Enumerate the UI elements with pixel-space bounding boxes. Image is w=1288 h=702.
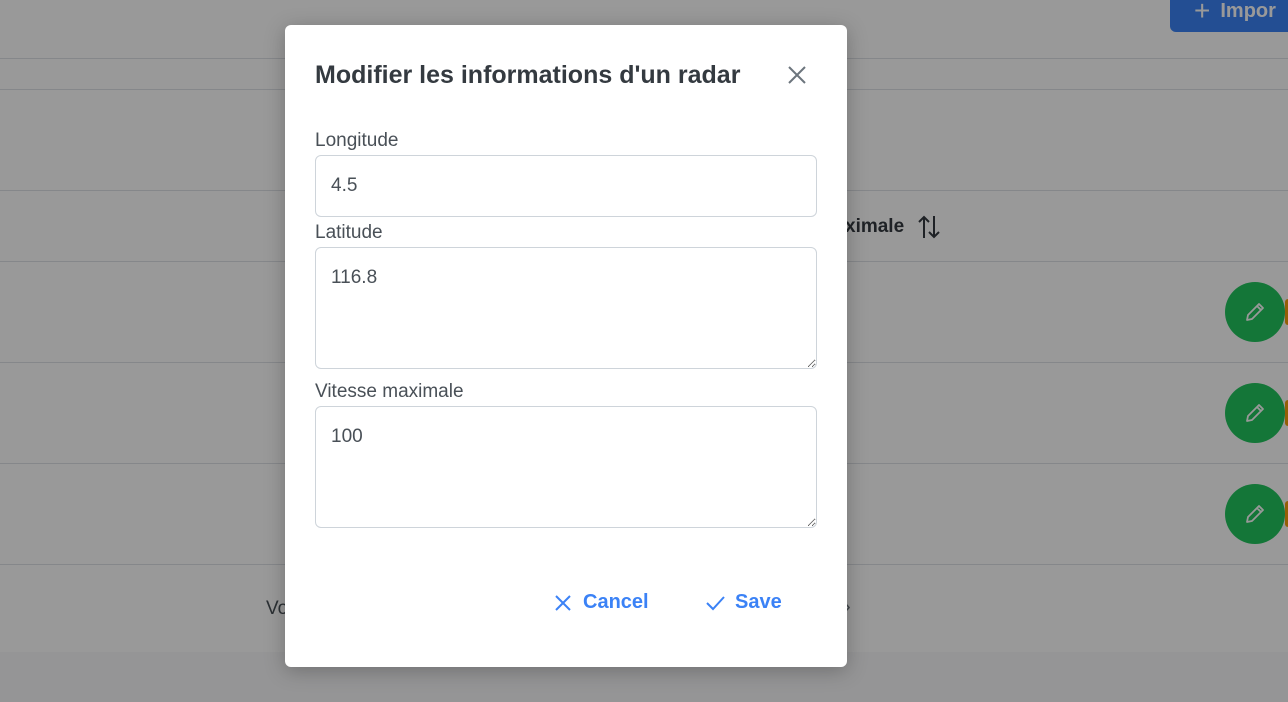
save-button[interactable]: Save (705, 591, 782, 614)
dialog-title: Modifier les informations d'un radar (315, 61, 741, 89)
check-icon (706, 595, 725, 610)
cancel-button-label: Cancel (583, 591, 649, 613)
edit-radar-dialog: Modifier les informations d'un radar Lon… (285, 25, 847, 667)
vitesse-label: Vitesse maximale (315, 381, 464, 402)
times-icon (555, 594, 571, 611)
latitude-input[interactable]: 116.8 (315, 247, 817, 369)
save-button-label: Save (735, 591, 782, 613)
longitude-label: Longitude (315, 130, 399, 151)
close-icon (788, 66, 806, 84)
vitesse-input[interactable]: 100 (315, 406, 817, 528)
longitude-input[interactable] (315, 155, 817, 217)
cancel-button[interactable]: Cancel (553, 591, 649, 614)
latitude-label: Latitude (315, 222, 383, 243)
close-button[interactable] (783, 61, 811, 89)
